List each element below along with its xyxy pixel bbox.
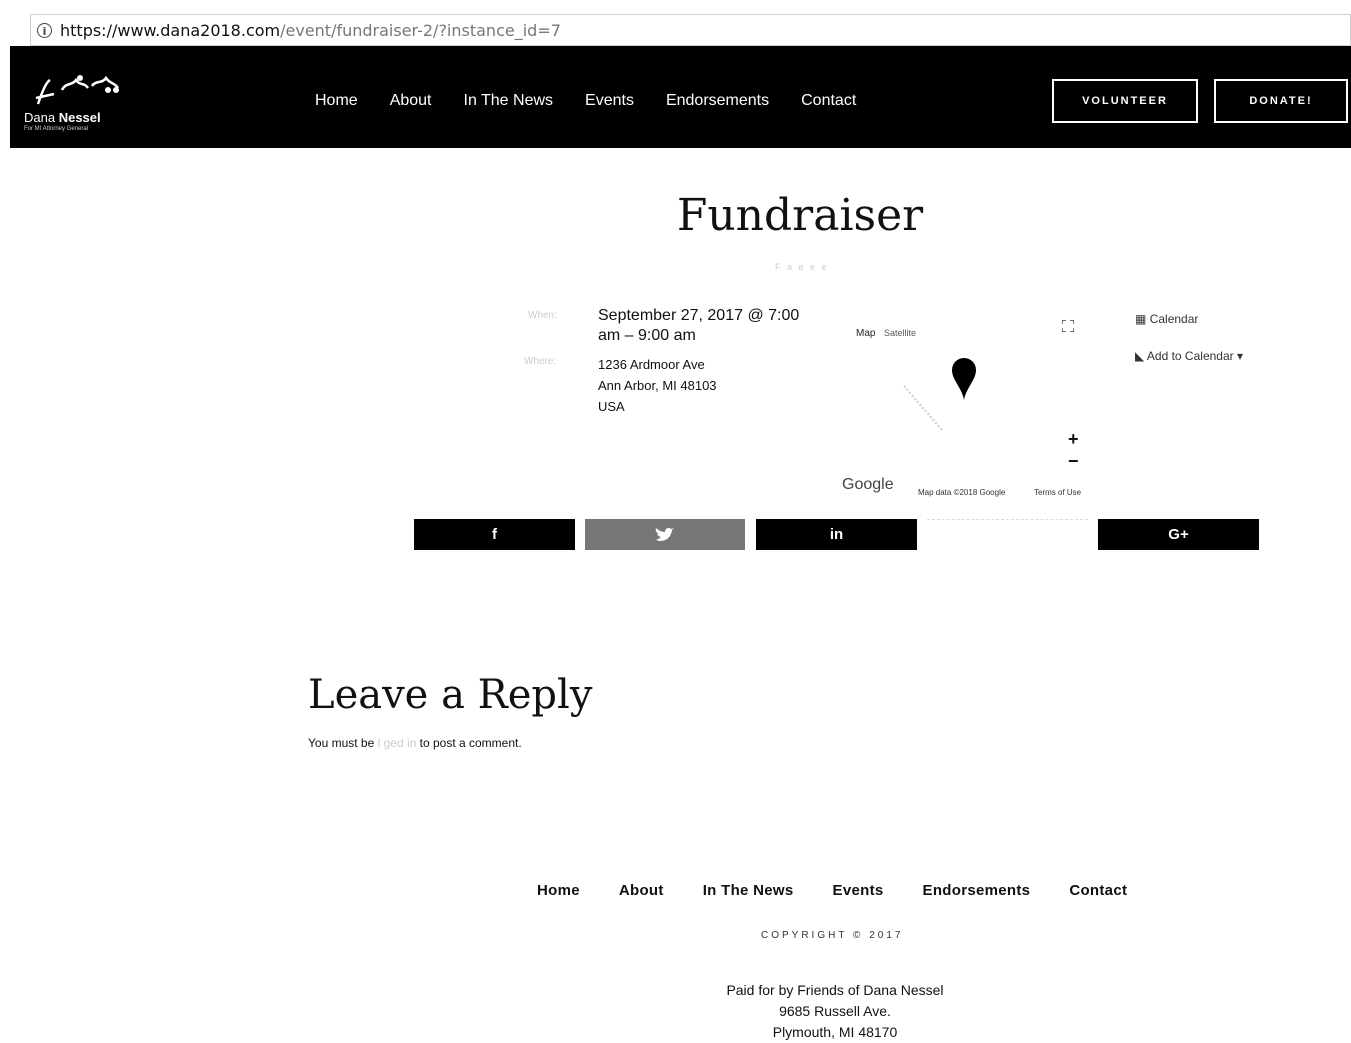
fullscreen-icon[interactable]: [1062, 320, 1074, 332]
map-road: [903, 385, 943, 431]
event-subtitle: F a e e e: [775, 262, 829, 272]
calendar-icon: ▦: [1135, 312, 1147, 326]
site-header: Dana Nessel For MI Attorney General Home…: [10, 46, 1351, 148]
zoom-in-icon[interactable]: +: [1068, 428, 1079, 450]
paid-line-3: Plymouth, MI 48170: [772, 1024, 898, 1040]
nav-contact[interactable]: Contact: [801, 92, 856, 110]
copyright: COPYRIGHT © 2017: [761, 930, 904, 941]
nav-home[interactable]: Home: [315, 92, 358, 110]
address-bar[interactable]: i https://www.dana2018.com/event/fundrai…: [30, 14, 1351, 46]
address-line-3: USA: [598, 399, 625, 414]
footer-nav-in-the-news[interactable]: In The News: [703, 882, 794, 899]
share-linkedin-button[interactable]: in: [756, 519, 917, 550]
footer-nav-events[interactable]: Events: [833, 882, 884, 899]
calendar-label: Calendar: [1149, 312, 1199, 326]
logo-subtitle: For MI Attorney General: [24, 126, 89, 132]
share-googleplus-button[interactable]: G+: [1098, 519, 1259, 550]
login-notice: You must be l ged in to post a comment.: [308, 736, 522, 750]
site-logo[interactable]: Dana Nessel For MI Attorney General: [24, 72, 134, 142]
paid-for-notice: Paid for by Friends of Dana Nessel 9685 …: [600, 980, 1070, 1043]
add-calendar-label: Add to Calendar: [1146, 349, 1234, 363]
rss-icon: ◣: [1135, 349, 1145, 363]
when-label: When:: [528, 310, 557, 321]
url-text[interactable]: https://www.dana2018.com/event/fundraise…: [60, 21, 561, 40]
donate-button[interactable]: DONATE!: [1214, 79, 1348, 123]
volunteer-button[interactable]: VOLUNTEER: [1052, 79, 1198, 123]
event-title: Fundraiser: [676, 190, 924, 241]
event-when: September 27, 2017 @ 7:00 am – 9:00 am: [598, 307, 800, 344]
googleplus-icon: G+: [1168, 526, 1189, 543]
paid-line-1: Paid for by Friends of Dana Nessel: [726, 982, 944, 998]
url-domain: https://www.dana2018.com: [60, 20, 281, 40]
logo-last: Nessel: [58, 110, 101, 125]
signature-icon: [35, 75, 120, 105]
footer-nav-endorsements[interactable]: Endorsements: [923, 882, 1031, 899]
logo-first: Dana: [24, 110, 59, 125]
linkedin-icon: in: [829, 526, 844, 543]
add-to-calendar-link[interactable]: ◣ Add to Calendar ▾: [1135, 349, 1243, 363]
share-twitter-button[interactable]: [585, 519, 745, 550]
event-address: 1236 Ardmoor Ave Ann Arbor, MI 48103 USA: [598, 354, 717, 417]
map-pin-icon[interactable]: [952, 358, 976, 400]
logo-name: Dana Nessel: [24, 110, 101, 125]
notice-after: to post a comment.: [416, 736, 522, 750]
main-nav: Home About In The News Events Endorsemen…: [315, 92, 888, 110]
footer-nav-about[interactable]: About: [619, 882, 664, 899]
map-terms-link[interactable]: Terms of Use: [1034, 488, 1081, 497]
map-tab[interactable]: Map: [856, 328, 875, 339]
nav-events[interactable]: Events: [585, 92, 634, 110]
satellite-tab[interactable]: Satellite: [884, 328, 916, 338]
footer-nav-contact[interactable]: Contact: [1069, 882, 1127, 899]
info-icon[interactable]: i: [37, 22, 52, 38]
login-link[interactable]: l ged in: [378, 736, 417, 750]
caret-down-icon: ▾: [1236, 349, 1244, 363]
zoom-out-icon[interactable]: −: [1068, 450, 1079, 472]
url-path: /event/fundraiser-2/?instance_id=7: [280, 20, 561, 40]
map-data-credit: Map data ©2018 Google: [918, 488, 1006, 497]
nav-in-the-news[interactable]: In The News: [464, 92, 554, 110]
address-line-1: 1236 Ardmoor Ave: [598, 357, 705, 372]
google-logo: Google: [842, 476, 894, 493]
where-label: Where:: [524, 356, 557, 367]
share-facebook-button[interactable]: f: [414, 519, 575, 550]
notice-before: You must be: [308, 736, 378, 750]
nav-about[interactable]: About: [390, 92, 432, 110]
address-line-2: Ann Arbor, MI 48103: [598, 378, 717, 393]
event-map[interactable]: Map Satellite + − Google Map data ©2018 …: [836, 300, 1106, 500]
share-email-button[interactable]: [927, 519, 1088, 550]
twitter-icon: [655, 527, 674, 541]
reply-heading: Leave a Reply: [308, 672, 593, 718]
paid-line-2: 9685 Russell Ave.: [779, 1003, 891, 1019]
facebook-icon: f: [492, 526, 497, 543]
nav-endorsements[interactable]: Endorsements: [666, 92, 769, 110]
calendar-link[interactable]: ▦ Calendar: [1135, 312, 1198, 326]
map-zoom-controls: + −: [1068, 428, 1079, 472]
footer-nav-home[interactable]: Home: [537, 882, 580, 899]
footer-nav: Home About In The News Events Endorsemen…: [537, 882, 1166, 899]
